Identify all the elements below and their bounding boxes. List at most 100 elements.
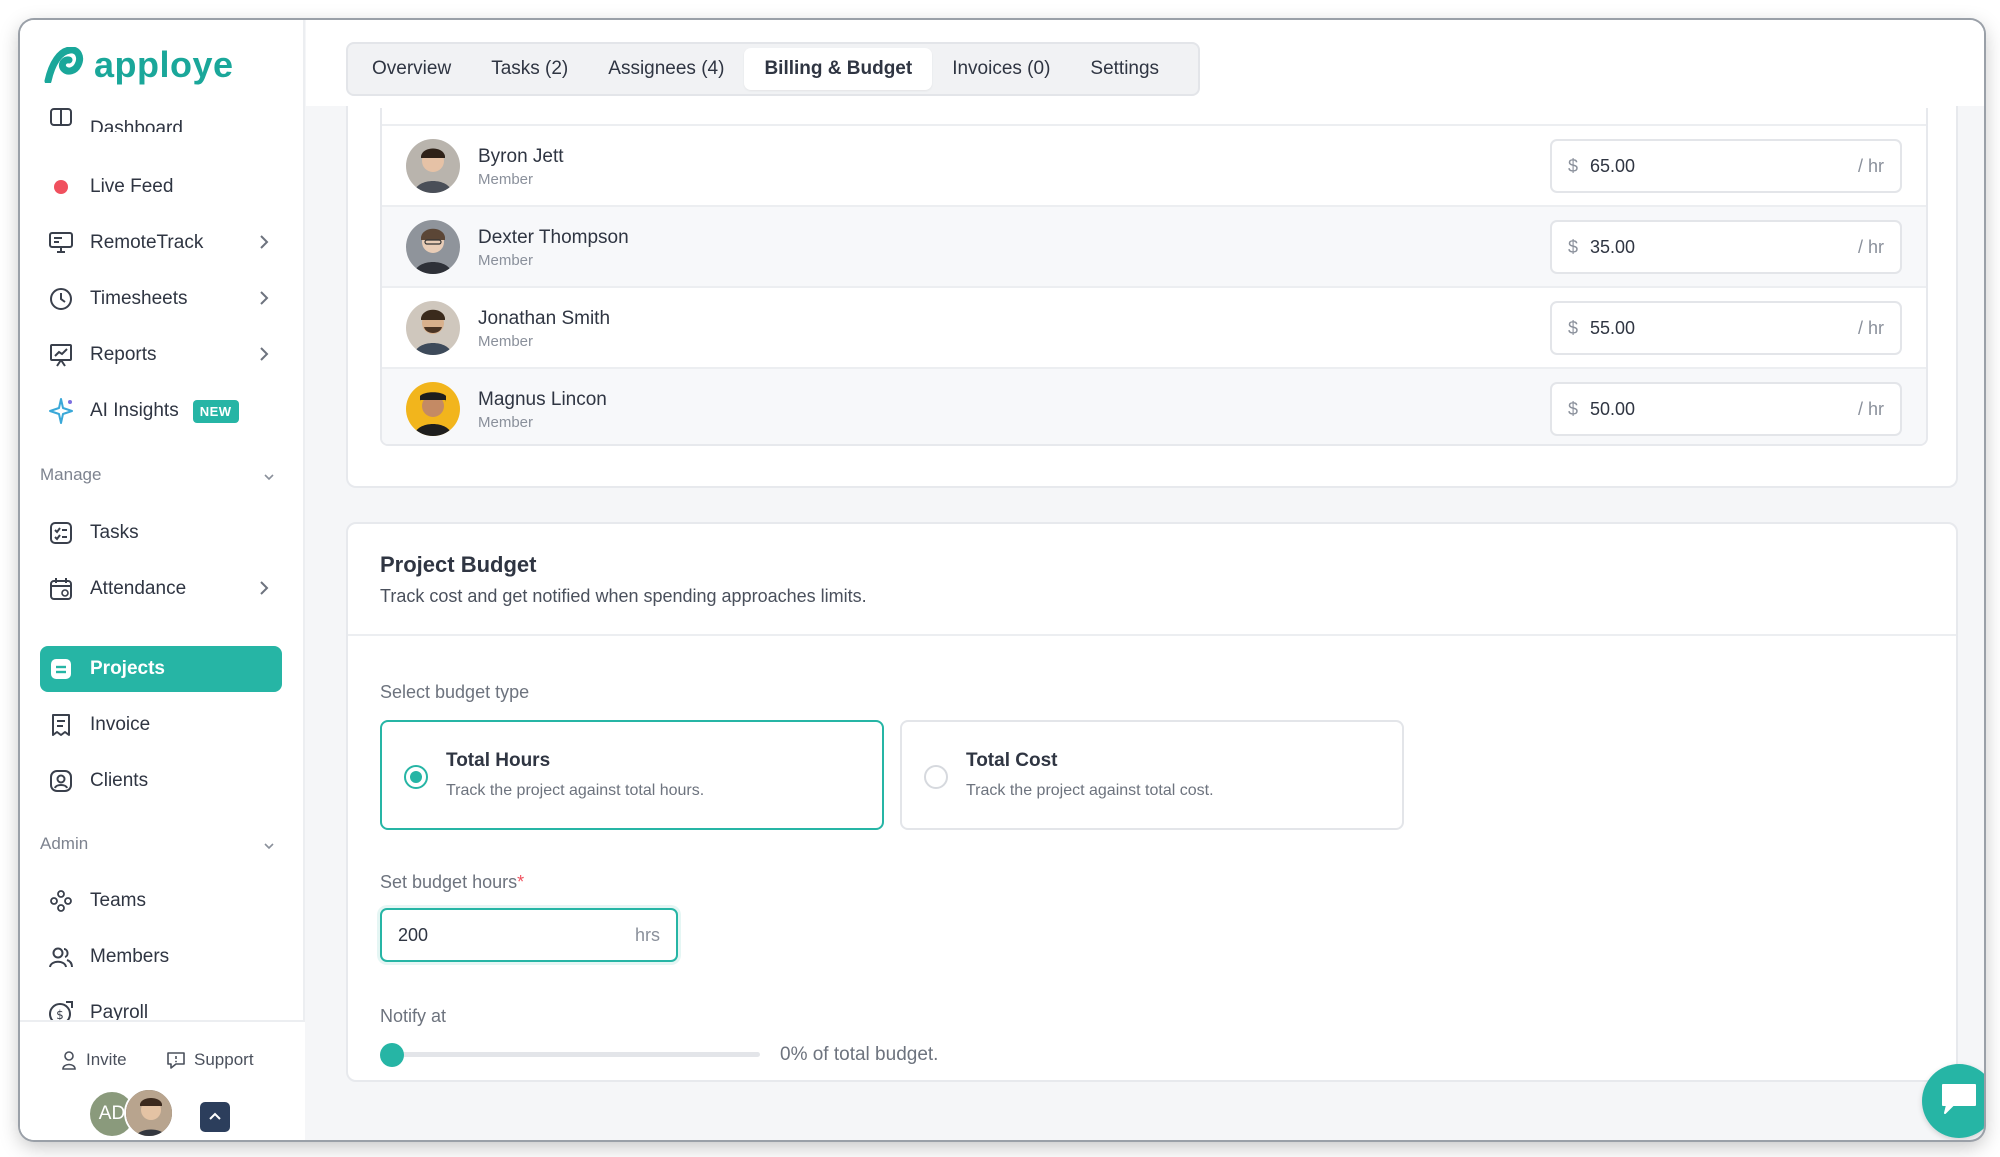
avatar[interactable]: [124, 1088, 174, 1138]
tab-invoices[interactable]: Invoices (0): [932, 48, 1070, 90]
budget-hours-label-text: Set budget hours: [380, 872, 518, 892]
sidebar-item-dashboard[interactable]: Dashboard: [40, 102, 282, 132]
chevron-right-icon: [254, 288, 274, 308]
tab-overview[interactable]: Overview: [352, 48, 471, 90]
chevron-down-icon: [263, 836, 275, 856]
sidebar-item-attendance[interactable]: Attendance: [40, 566, 282, 612]
radio-selected[interactable]: [404, 765, 428, 789]
chevron-right-icon: [254, 232, 274, 252]
notify-slider-thumb[interactable]: [380, 1043, 404, 1067]
tab-assignees[interactable]: Assignees (4): [588, 48, 744, 90]
sidebar-item-label: Members: [90, 946, 170, 967]
currency-symbol: $: [1568, 317, 1579, 338]
rate-unit: / hr: [1857, 236, 1884, 257]
hourly-rate-input[interactable]: $ 35.00 / hr: [1550, 220, 1902, 274]
sidebar-item-members[interactable]: Members: [40, 934, 282, 980]
sidebar-item-ai-insights[interactable]: AI Insights NEW: [40, 388, 282, 434]
teams-icon: [46, 886, 76, 916]
calendar-icon: [46, 574, 76, 604]
sidebar-item-invoice[interactable]: Invoice: [40, 702, 282, 748]
new-badge: NEW: [192, 399, 239, 423]
app-logo[interactable]: apploye: [44, 42, 234, 88]
budget-title: Project Budget: [380, 552, 537, 577]
notify-percent-text: 0% of total budget.: [780, 1044, 939, 1065]
chart-board-icon: [46, 340, 76, 370]
tab-billing-budget[interactable]: Billing & Budget: [744, 48, 933, 90]
clock-icon: [46, 284, 76, 314]
project-tabs: Overview Tasks (2) Assignees (4) Billing…: [346, 42, 1200, 96]
app-window: apploye Dashboard Live Feed RemoteTrack: [20, 20, 1984, 1140]
budget-hours-label: Set budget hours*: [380, 872, 524, 893]
chevron-right-icon: [254, 578, 274, 598]
member-avatar: [406, 382, 460, 436]
radio-unselected[interactable]: [924, 765, 948, 789]
rate-value: 65.00: [1590, 155, 1636, 176]
budget-type-total-hours[interactable]: Total Hours Track the project against to…: [380, 720, 884, 830]
sidebar-item-projects[interactable]: Projects: [40, 646, 282, 692]
dashboard-icon: [46, 102, 76, 132]
collapse-sidebar-button[interactable]: [200, 1102, 230, 1132]
rate-value: 50.00: [1590, 398, 1636, 419]
sidebar-item-teams[interactable]: Teams: [40, 878, 282, 924]
member-name: Jonathan Smith: [478, 308, 611, 329]
rate-unit: / hr: [1857, 317, 1884, 338]
chevron-right-icon: [254, 344, 274, 364]
hourly-rate-input[interactable]: $ 50.00 / hr: [1550, 382, 1902, 436]
budget-hours-value: 200: [398, 924, 429, 945]
sidebar-item-label: Reports: [90, 344, 157, 365]
checklist-icon: [46, 518, 76, 548]
notify-slider-track[interactable]: [380, 1052, 760, 1057]
required-marker: *: [517, 872, 525, 892]
budget-type-desc: Track the project against total cost.: [966, 782, 1214, 799]
tab-tasks[interactable]: Tasks (2): [471, 48, 588, 90]
table-row: Byron Jett Member $ 65.00 / hr: [382, 124, 1926, 205]
budget-hours-input[interactable]: 200 hrs: [380, 908, 678, 962]
tab-settings[interactable]: Settings: [1070, 48, 1179, 90]
hourly-rate-input[interactable]: $ 55.00 / hr: [1550, 301, 1902, 355]
member-avatar: [406, 301, 460, 355]
rate-value: 35.00: [1590, 236, 1636, 257]
member-role: Member: [478, 252, 534, 269]
sidebar-item-remotetrack[interactable]: RemoteTrack: [40, 220, 282, 266]
budget-type-desc: Track the project against total hours.: [446, 782, 705, 799]
sidebar-item-label: Teams: [90, 890, 146, 911]
support-link[interactable]: Support: [166, 1050, 254, 1070]
member-avatar: [406, 139, 460, 193]
project-budget-card: Project Budget Track cost and get notifi…: [346, 522, 1958, 1082]
budget-type-label: Select budget type: [380, 682, 530, 702]
member-role: Member: [478, 333, 534, 350]
sidebar-item-label: Invoice: [90, 714, 151, 735]
chevron-down-icon: [263, 467, 275, 487]
member-name: Dexter Thompson: [478, 227, 629, 248]
monitor-icon: [46, 228, 76, 258]
members-icon: [46, 942, 76, 972]
section-admin[interactable]: Admin: [40, 834, 285, 854]
member-role: Member: [478, 171, 534, 188]
sidebar-item-reports[interactable]: Reports: [40, 332, 282, 378]
invite-link[interactable]: Invite: [60, 1050, 127, 1070]
currency-symbol: $: [1568, 398, 1579, 419]
sidebar-item-timesheets[interactable]: Timesheets: [40, 276, 282, 322]
sidebar-item-label: Clients: [90, 770, 149, 791]
client-icon: [46, 766, 76, 796]
member-name: Magnus Lincon: [478, 389, 607, 410]
support-label: Support: [194, 1050, 254, 1069]
sidebar: apploye Dashboard Live Feed RemoteTrack: [20, 20, 305, 1140]
sidebar-item-clients[interactable]: Clients: [40, 758, 282, 804]
section-manage[interactable]: Manage: [40, 465, 285, 485]
sidebar-item-label: Live Feed: [90, 176, 174, 197]
member-name: Byron Jett: [478, 146, 564, 167]
support-icon: [166, 1050, 186, 1070]
budget-type-total-cost[interactable]: Total Cost Track the project against tot…: [900, 720, 1404, 830]
member-role: Member: [478, 414, 534, 431]
sidebar-item-label: Dashboard: [90, 118, 183, 132]
sidebar-item-tasks[interactable]: Tasks: [40, 510, 282, 556]
currency-symbol: $: [1568, 155, 1579, 176]
logo-icon: [44, 47, 84, 83]
sidebar-item-live-feed[interactable]: Live Feed: [40, 164, 282, 210]
sidebar-footer: Invite Support AD: [20, 1020, 305, 1140]
chat-button[interactable]: [1922, 1064, 1984, 1138]
chat-bubble-icon: [1939, 1081, 1979, 1122]
hourly-rate-input[interactable]: $ 65.00 / hr: [1550, 139, 1902, 193]
notify-label: Notify at: [380, 1006, 447, 1026]
